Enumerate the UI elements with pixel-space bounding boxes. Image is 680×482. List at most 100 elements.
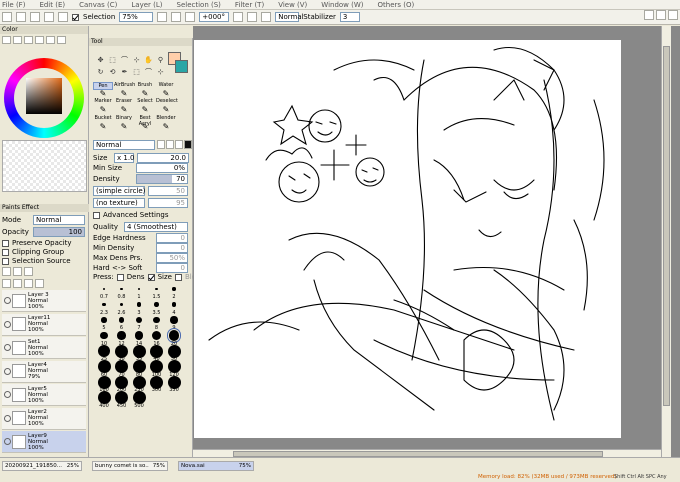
menu-item[interactable]: File (F) <box>2 1 25 9</box>
scratchpad[interactable] <box>2 140 87 192</box>
preserve-opacity-checkbox[interactable] <box>2 239 9 247</box>
brush-texture-value[interactable]: 95 <box>148 198 188 208</box>
eye-icon[interactable] <box>4 297 11 304</box>
layer-row[interactable]: Set1 Normal 100% <box>2 337 86 359</box>
brush-size-dot[interactable] <box>102 287 105 290</box>
brush-size-dot[interactable] <box>154 302 159 307</box>
shape-button-1[interactable] <box>157 140 165 149</box>
brush-tool-icon[interactable]: ✎ <box>114 121 134 131</box>
rotate-left-button[interactable] <box>233 12 244 22</box>
vertical-scrollbar[interactable] <box>661 26 671 457</box>
saturation-value-square[interactable] <box>26 78 62 114</box>
layer-row[interactable]: Layer5 Normal 100% <box>2 384 86 406</box>
vertical-scroll-thumb[interactable] <box>663 46 670 406</box>
new-folder-icon[interactable] <box>13 267 22 276</box>
eye-icon[interactable] <box>4 344 11 351</box>
brush-size-dot[interactable] <box>100 331 108 340</box>
rotate-right-button[interactable] <box>247 12 258 22</box>
brush-size-dot[interactable] <box>101 317 107 323</box>
palette-mode-icon[interactable] <box>35 36 44 44</box>
brush-size-dot[interactable] <box>102 302 106 307</box>
merge-down-icon[interactable] <box>2 279 11 288</box>
brush-size-dot[interactable] <box>120 287 123 291</box>
stabilizer-select[interactable]: 3 <box>339 12 360 22</box>
copy-layer-icon[interactable] <box>24 267 33 276</box>
brush-tool-icon[interactable]: ✎ <box>114 104 134 114</box>
horizontal-scrollbar[interactable] <box>193 449 661 457</box>
lasso-icon[interactable]: ⌒ <box>119 55 130 65</box>
press-dens-checkbox[interactable] <box>116 273 124 281</box>
flip-button[interactable] <box>261 12 272 22</box>
min-density-value[interactable]: 0 <box>156 243 188 253</box>
hsv-slider-mode-icon[interactable] <box>24 36 33 44</box>
layer-row[interactable]: Layer9 Normal 100% <box>2 431 86 453</box>
menu-item[interactable]: View (V) <box>278 1 307 9</box>
brush-tool-icon[interactable]: ✎ <box>156 121 176 131</box>
clipping-group-checkbox[interactable] <box>2 248 9 256</box>
brush-blend-select[interactable]: Normal <box>93 140 155 150</box>
brush-tool-icon[interactable]: ✎ <box>135 104 155 114</box>
brush-size-dot[interactable] <box>136 302 142 307</box>
menu-item[interactable]: Selection (S) <box>177 1 221 9</box>
lasso2-icon[interactable]: ⌒ <box>143 67 154 77</box>
hand-icon[interactable]: ✋ <box>143 55 154 65</box>
mode-select[interactable]: Normal <box>33 215 85 225</box>
brush-tool-icon[interactable]: ✎ <box>135 121 155 131</box>
delete-layer-icon[interactable] <box>35 279 44 288</box>
menu-item[interactable]: Others (O) <box>378 1 415 9</box>
new-layer-icon[interactable] <box>2 267 11 276</box>
selection-source-checkbox[interactable] <box>2 257 9 265</box>
hard-soft-value[interactable]: 0 <box>156 263 188 273</box>
brush-size-dot[interactable] <box>170 316 178 324</box>
toolbar-button-3[interactable] <box>30 12 40 22</box>
eye-icon[interactable] <box>4 438 11 445</box>
brush-size-dot[interactable] <box>153 316 160 324</box>
eye-icon[interactable] <box>4 391 11 398</box>
layer-row[interactable]: Layer 3 Normal 100% <box>2 290 86 312</box>
layer-row[interactable]: Layer4 Normal 79% <box>2 360 86 383</box>
zoom-field[interactable]: 75% <box>119 12 154 22</box>
brush-tool-icon[interactable]: ✎ <box>93 88 113 98</box>
zoom-icon[interactable]: ⚲ <box>155 55 166 65</box>
scratchpad-mode-icon[interactable] <box>57 36 66 44</box>
blend-select[interactable]: Normal <box>275 12 304 22</box>
brush-tool-icon[interactable]: ✎ <box>93 121 113 131</box>
file-tab[interactable]: Nova.sai 75% <box>178 461 254 471</box>
move-icon[interactable]: ✥ <box>95 55 106 65</box>
toolbar-button-4[interactable] <box>44 12 54 22</box>
opacity-slider[interactable]: 100 <box>33 227 85 237</box>
press-size-checkbox[interactable] <box>147 273 155 281</box>
press-blend-checkbox[interactable] <box>174 273 182 281</box>
size-value[interactable]: 20.0 <box>137 153 189 163</box>
zoom-minus-button[interactable] <box>157 12 168 22</box>
max-dens-value[interactable]: 50% <box>156 253 188 263</box>
brush-tool-icon[interactable]: ✎ <box>156 104 176 114</box>
magic-wand-icon[interactable]: ⊹ <box>131 55 142 65</box>
quality-select[interactable]: 4 (Smoothest) <box>124 222 188 232</box>
density-slider[interactable]: 70 <box>136 174 188 184</box>
brush-shape-select[interactable]: (simple circle) <box>93 186 145 196</box>
menu-item[interactable]: Window (W) <box>321 1 363 9</box>
layer-row[interactable]: Layer11 Normal 100% <box>2 313 86 336</box>
clear-layer-icon[interactable] <box>13 279 22 288</box>
menu-item[interactable]: Filter (T) <box>235 1 264 9</box>
rotate-icon[interactable]: ↻ <box>95 67 106 77</box>
brush-tool-icon[interactable]: ✎ <box>156 88 176 98</box>
selection-checkbox[interactable] <box>72 13 79 21</box>
lock-icon[interactable] <box>24 279 33 288</box>
select-rect-icon[interactable]: ⬚ <box>107 55 118 65</box>
maximize-icon[interactable] <box>656 10 666 20</box>
brush-shape-value[interactable]: 50 <box>148 186 188 196</box>
color-wheel-mode-icon[interactable] <box>2 36 11 44</box>
shape-button-3[interactable] <box>175 140 183 149</box>
brush-tool-icon[interactable]: ✎ <box>93 104 113 114</box>
select-icon[interactable]: ⬚ <box>131 67 142 77</box>
rotation-field[interactable]: +000° <box>199 12 230 22</box>
close-icon[interactable] <box>668 10 678 20</box>
shape-button-4[interactable] <box>184 140 192 149</box>
menu-item[interactable]: Canvas (C) <box>79 1 117 9</box>
brush-tool-icon[interactable]: ✎ <box>135 88 155 98</box>
shape-button-2[interactable] <box>166 140 174 149</box>
swatch-mode-icon[interactable] <box>46 36 55 44</box>
brush-tool-icon[interactable]: ✎ <box>114 88 134 98</box>
